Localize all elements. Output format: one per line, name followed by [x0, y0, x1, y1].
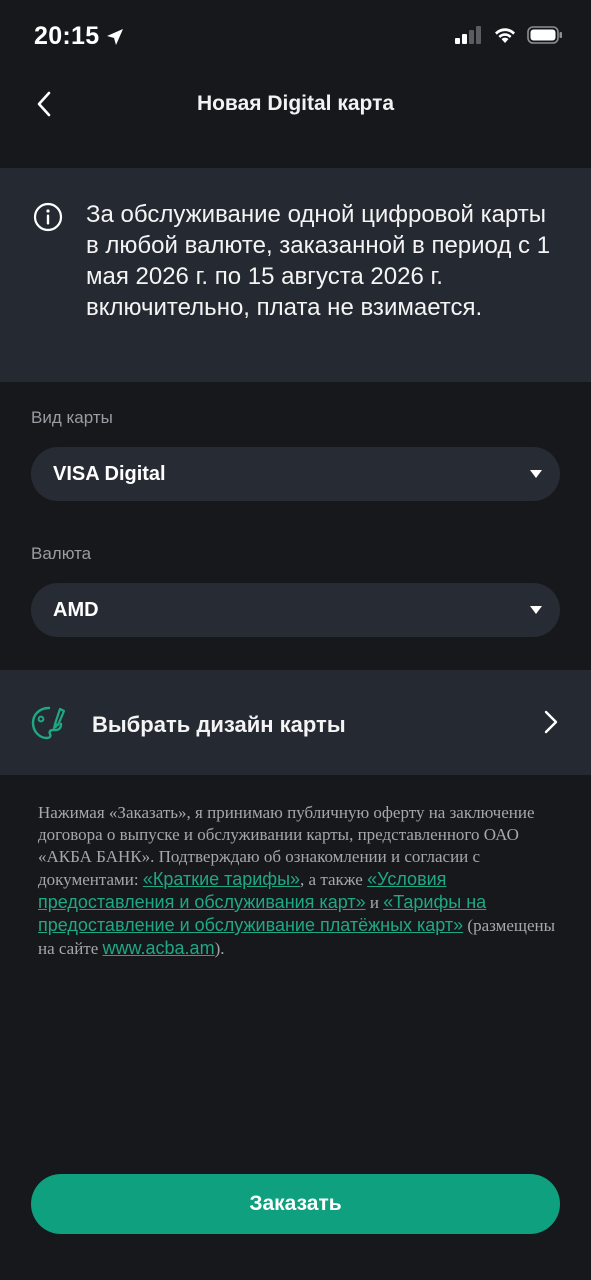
location-arrow-icon: [107, 28, 124, 45]
status-time: 20:15: [34, 22, 100, 50]
caret-down-icon: [530, 470, 542, 478]
caret-down-icon: [530, 606, 542, 614]
page-title: Новая Digital карта: [196, 92, 395, 115]
choose-design-label: Выбрать дизайн карты: [92, 712, 346, 737]
website-link[interactable]: www.acba.am: [103, 938, 215, 958]
status-icons: [455, 26, 563, 44]
battery-icon: [527, 26, 562, 44]
currency-select[interactable]: AMD: [31, 583, 560, 637]
info-text: За обслуживание одной цифровой карты в л…: [86, 201, 551, 321]
info-circle-icon: [33, 202, 63, 232]
currency-label: Валюта: [31, 544, 92, 563]
legal-text-part: , а также: [300, 870, 368, 889]
legal-text-part: и: [365, 893, 384, 912]
nav-bar: Новая Digital карта: [0, 70, 591, 142]
legal-text: Нажимая «Заказать», я принимаю публичную…: [38, 802, 558, 960]
legal-text-part: ).: [214, 939, 225, 958]
choose-design-row[interactable]: Выбрать дизайн карты: [0, 670, 591, 775]
order-button[interactable]: Заказать: [31, 1174, 560, 1234]
palette-icon: [31, 706, 66, 740]
status-time-group: 20:15: [34, 22, 125, 51]
status-bar: 20:15: [0, 0, 591, 70]
short-tariffs-link[interactable]: «Краткие тарифы»: [143, 869, 300, 889]
card-type-select[interactable]: VISA Digital: [31, 447, 560, 501]
chevron-right-icon: [544, 710, 558, 734]
currency-value: AMD: [53, 599, 99, 621]
cellular-signal-icon: [455, 26, 481, 44]
wifi-icon: [495, 28, 515, 43]
info-banner: За обслуживание одной цифровой карты в л…: [0, 168, 591, 382]
app-screen: 20:15 Новая Digital карта За обслуживани…: [0, 0, 591, 1280]
card-type-value: VISA Digital: [53, 463, 166, 485]
card-type-label: Вид карты: [31, 408, 113, 427]
